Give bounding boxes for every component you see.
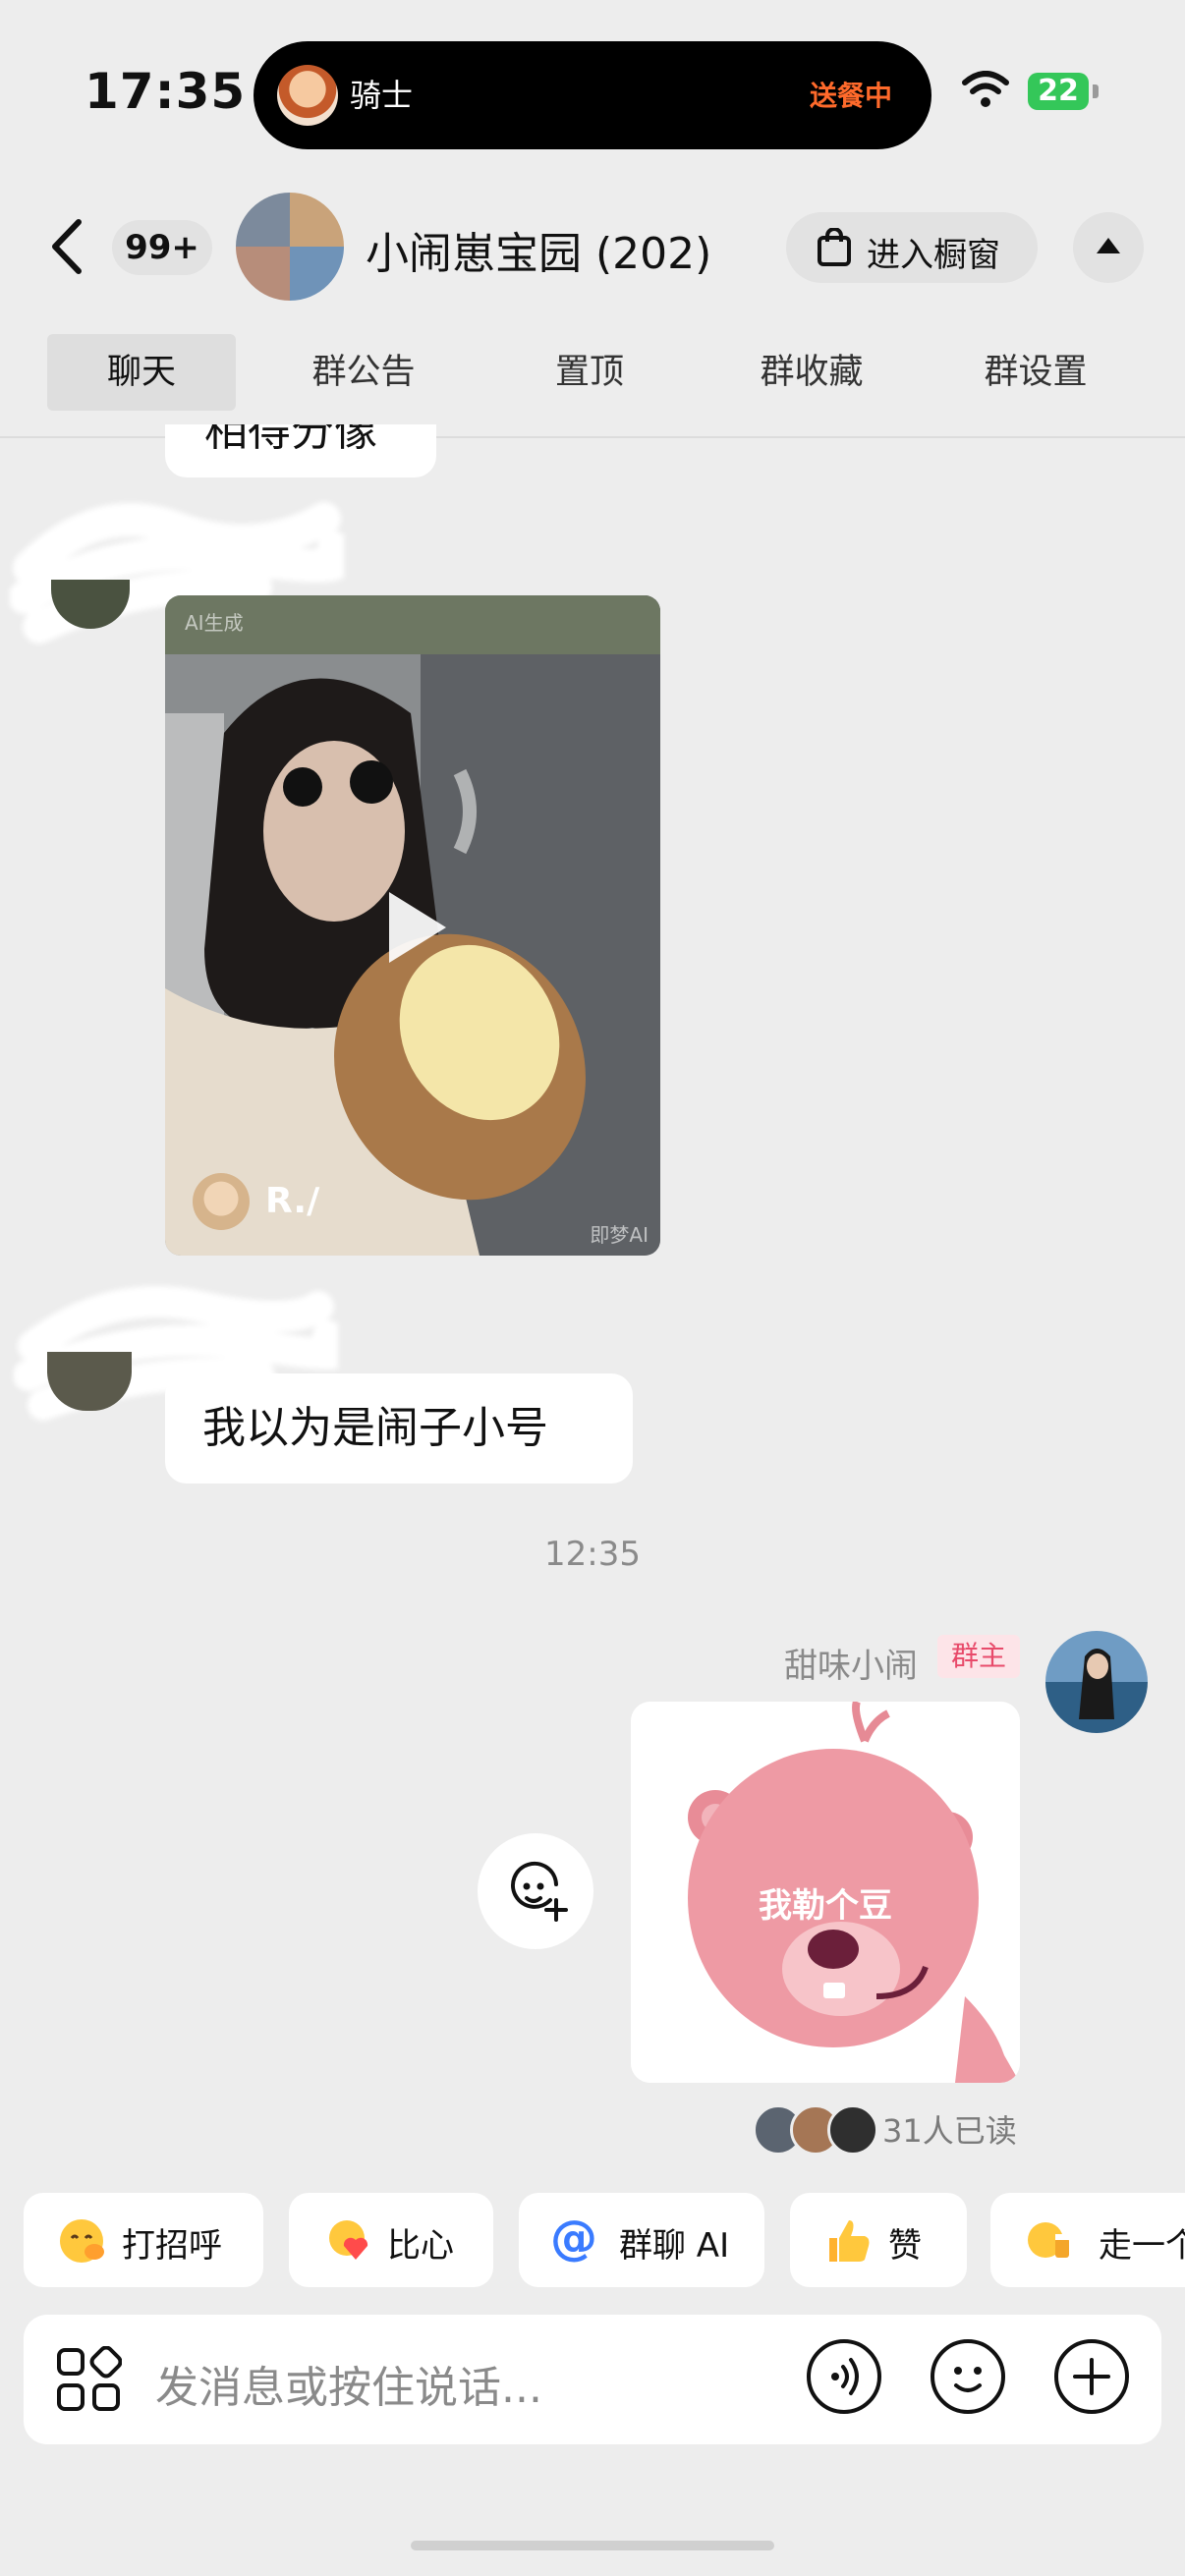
add-sticker-button[interactable]: [478, 1833, 593, 1949]
emoji-icon[interactable]: [930, 2338, 1006, 2415]
unread-count-badge[interactable]: 99+: [112, 220, 212, 275]
tab-pinned[interactable]: 置顶: [511, 334, 668, 411]
read-receipt-count[interactable]: 31人已读: [882, 2106, 1017, 2152]
tab-announcement[interactable]: 群公告: [275, 334, 452, 411]
emoji-add-icon: [511, 1861, 568, 1922]
enter-shop-label: 进入橱窗: [867, 236, 1000, 275]
play-icon[interactable]: [381, 886, 452, 969]
quick-reply-heart[interactable]: 比心: [289, 2193, 493, 2287]
at-sign-icon: @: [550, 2211, 597, 2266]
video-author-avatar: [193, 1173, 250, 1230]
quick-reply-label: 比心: [387, 2226, 454, 2266]
thumbs-up-icon: [829, 2220, 870, 2262]
wave-emoji-icon: [60, 2219, 104, 2263]
enter-shop-button[interactable]: 进入橱窗: [786, 212, 1038, 283]
group-name[interactable]: 小闹崽宝园 (202): [366, 218, 711, 281]
tab-settings[interactable]: 群设置: [947, 334, 1124, 411]
message-timestamp: 12:35: [544, 1535, 641, 1574]
shopping-bag-icon: [818, 228, 851, 266]
voice-icon[interactable]: [806, 2338, 882, 2415]
owner-avatar[interactable]: [1045, 1631, 1148, 1733]
sender-name[interactable]: 甜味小闹: [784, 1639, 918, 1687]
message-input-placeholder[interactable]: 发消息或按住说话...: [155, 2352, 542, 2415]
triangle-up-icon: [1097, 238, 1120, 253]
message-bubble-partial[interactable]: 相得分像: [165, 424, 436, 477]
quick-reply-greet[interactable]: 打招呼: [24, 2193, 263, 2287]
dynamic-island-live-activity[interactable]: 骑士 送餐中: [254, 41, 931, 149]
cheers-emoji-icon: [1028, 2222, 1069, 2258]
apps-grid-icon[interactable]: [55, 2346, 122, 2413]
wifi-icon: [962, 71, 1009, 107]
message-text-reply[interactable]: 我以为是闹子小号: [165, 1373, 633, 1484]
ai-watermark-top: AI生成: [185, 611, 244, 635]
quick-reply-group-ai[interactable]: @ 群聊 AI: [519, 2193, 764, 2287]
plus-icon[interactable]: [1053, 2338, 1130, 2415]
quick-reply-like[interactable]: 赞: [790, 2193, 967, 2287]
quick-reply-label: 赞: [888, 2226, 922, 2266]
live-activity-status: 送餐中: [809, 80, 892, 112]
home-indicator[interactable]: [411, 2541, 774, 2550]
collapse-button[interactable]: [1073, 212, 1144, 283]
quick-reply-cheers[interactable]: 走一个: [990, 2193, 1185, 2287]
ai-watermark-bottom: 即梦AI: [590, 1223, 649, 1247]
rider-avatar-icon: [277, 65, 338, 126]
sticker-caption: 我勒个豆: [759, 1886, 892, 1926]
video-author-name: R./: [265, 1181, 320, 1221]
tab-chat[interactable]: 聊天: [47, 334, 236, 411]
message-text-partial: 相得分像: [204, 424, 377, 456]
quick-reply-label: 打招呼: [122, 2226, 222, 2266]
message-input-bar[interactable]: 发消息或按住说话...: [24, 2315, 1161, 2444]
quick-reply-label: 群聊 AI: [619, 2226, 730, 2266]
sticker-message[interactable]: 我勒个豆: [631, 1702, 1020, 2083]
battery-cap: [1093, 84, 1099, 98]
status-time: 17:35: [85, 63, 247, 120]
video-message[interactable]: AI生成 R./ 即梦AI: [165, 595, 660, 1256]
quick-reply-label: 走一个: [1099, 2226, 1185, 2266]
group-avatar[interactable]: [236, 193, 344, 301]
live-activity-title: 骑士: [350, 77, 414, 114]
heart-hands-emoji-icon: [329, 2220, 368, 2260]
back-arrow-icon[interactable]: [49, 218, 85, 275]
sender-role-badge: 群主: [937, 1635, 1020, 1678]
reader-avatar: [827, 2104, 878, 2156]
battery-level: 22: [1028, 73, 1089, 110]
tab-favorites[interactable]: 群收藏: [723, 334, 900, 411]
